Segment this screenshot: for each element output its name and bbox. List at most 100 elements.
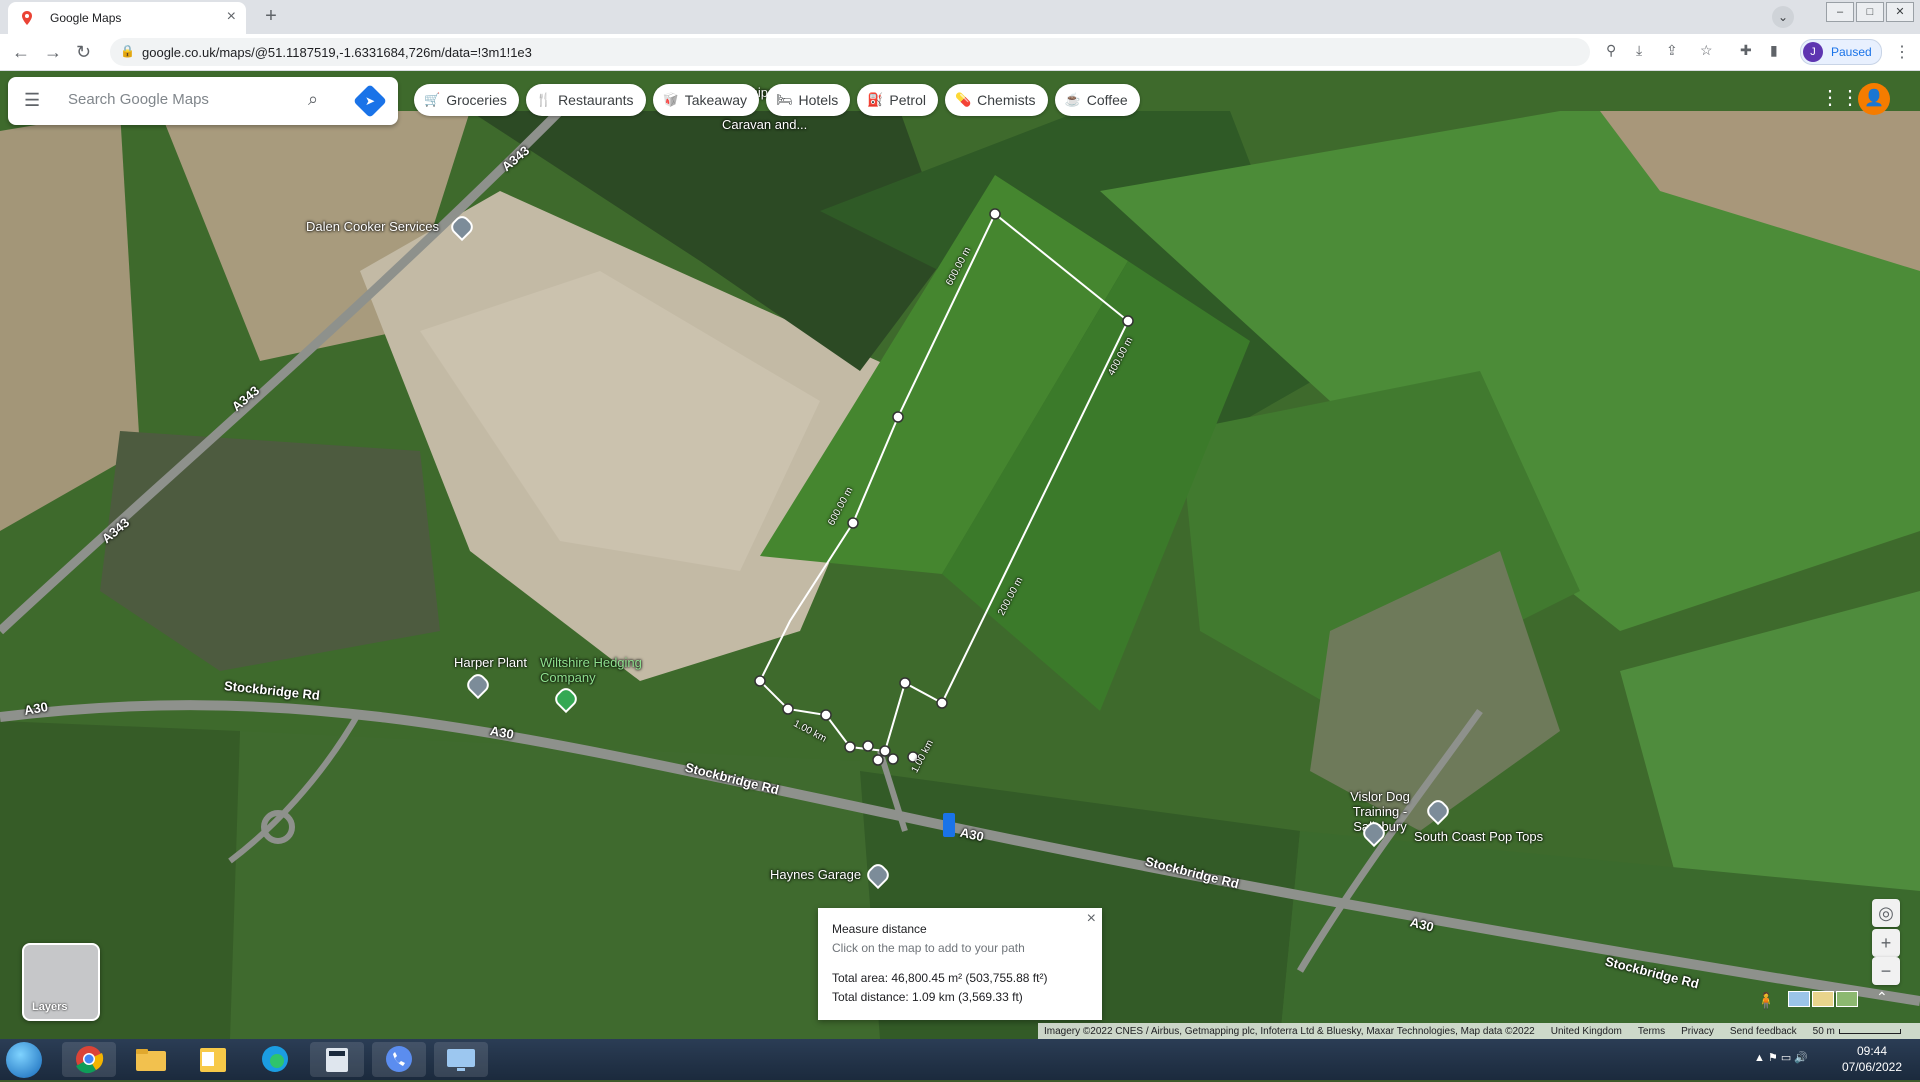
- map-thumb[interactable]: [1836, 991, 1858, 1007]
- chip-takeaway[interactable]: 🥡 Takeaway: [652, 84, 759, 116]
- omnibox[interactable]: 🔒 google.co.uk/maps/@51.1187519,-1.63316…: [110, 38, 1590, 66]
- start-button[interactable]: [6, 1042, 42, 1078]
- edge-icon: [262, 1046, 288, 1072]
- zoom-in-button[interactable]: +: [1872, 929, 1900, 957]
- profile-button[interactable]: J Paused: [1800, 39, 1882, 65]
- location-icon[interactable]: ⚲: [1606, 42, 1616, 59]
- install-icon[interactable]: ⤓: [1636, 42, 1642, 59]
- privacy-link[interactable]: Privacy: [1681, 1026, 1714, 1037]
- chip-groceries[interactable]: 🛒 Groceries: [414, 84, 519, 116]
- extensions-icon[interactable]: ✚: [1740, 42, 1752, 59]
- forward-icon[interactable]: →: [44, 42, 62, 63]
- chip-label: Petrol: [889, 92, 926, 108]
- outlook-icon: [200, 1048, 226, 1072]
- measure-heading: Measure distance: [832, 922, 927, 936]
- calculator-taskbar-icon[interactable]: [310, 1042, 364, 1077]
- poi-label[interactable]: Haynes Garage: [770, 867, 861, 882]
- close-window-button[interactable]: ✕: [1886, 2, 1914, 22]
- search-icon[interactable]: ⌕: [308, 89, 318, 110]
- poi-label[interactable]: Harper Plant: [454, 655, 527, 670]
- poi-label[interactable]: Wiltshire Hedging Company: [540, 655, 660, 685]
- chip-petrol[interactable]: ⛽ Petrol: [857, 84, 938, 116]
- browser-tab[interactable]: Google Maps ×: [8, 2, 246, 34]
- measure-total-area: Total area: 46,800.45 m² (503,755.88 ft²…: [832, 971, 1048, 985]
- poi-label[interactable]: Caravan and...: [722, 117, 807, 132]
- satellite-map[interactable]: 600.00 m 600.00 m 400.00 m 200.00 m 1.00…: [0, 71, 1920, 1039]
- phone-taskbar-icon[interactable]: [372, 1042, 426, 1077]
- avatar: J: [1803, 42, 1823, 62]
- coffee-icon: ☕: [1064, 92, 1081, 107]
- search-box: ☰ ⌕ ➤: [8, 77, 398, 125]
- search-input[interactable]: [66, 90, 300, 109]
- scale-label: 50 m: [1812, 1025, 1835, 1037]
- chrome-icon: [76, 1046, 104, 1074]
- back-icon[interactable]: ←: [12, 42, 30, 63]
- bookmark-star-icon[interactable]: ☆: [1700, 42, 1713, 59]
- category-chips: 🛒 Groceries 🍴 Restaurants 🥡 Takeaway 🛏 Hotel…: [414, 84, 1140, 116]
- terms-link[interactable]: Terms: [1638, 1026, 1665, 1037]
- share-icon[interactable]: ⇪: [1666, 42, 1678, 59]
- new-tab-button[interactable]: +: [258, 4, 284, 30]
- poi-label[interactable]: Dalen Cooker Services: [306, 219, 439, 234]
- monitor-icon: [447, 1049, 475, 1071]
- reload-icon[interactable]: ↻: [76, 42, 91, 63]
- chip-chemists[interactable]: 💊 Chemists: [944, 84, 1048, 116]
- bus-stop-icon: [943, 813, 955, 837]
- map-type-thumbnails[interactable]: [1788, 991, 1858, 1007]
- send-feedback-link[interactable]: Send feedback: [1730, 1026, 1797, 1037]
- layers-button[interactable]: Layers: [22, 943, 100, 1021]
- menu-icon[interactable]: ☰: [24, 90, 40, 111]
- chip-restaurants[interactable]: 🍴 Restaurants: [525, 84, 646, 116]
- phone-icon: [386, 1046, 412, 1072]
- pharmacy-icon: 💊: [954, 92, 972, 107]
- address-bar-row: ← → ↻ 🔒 google.co.uk/maps/@51.1187519,-1…: [0, 34, 1920, 71]
- window-controls: – □ ✕: [1826, 2, 1914, 22]
- google-maps-pin-icon: [22, 11, 32, 25]
- cart-icon: 🛒: [424, 92, 441, 107]
- maximize-button[interactable]: □: [1856, 2, 1884, 22]
- account-avatar[interactable]: 👤: [1858, 83, 1890, 115]
- pegman-icon[interactable]: 🧍: [1756, 991, 1776, 1011]
- measure-total-distance: Total distance: 1.09 km (3,569.33 ft): [832, 990, 1023, 1004]
- bed-icon: 🛏: [776, 92, 793, 107]
- tab-close-icon[interactable]: ×: [227, 8, 236, 26]
- map-footer: Imagery ©2022 CNES / Airbus, Getmapping …: [1038, 1023, 1920, 1039]
- map-thumb[interactable]: [1812, 991, 1834, 1007]
- region-link[interactable]: United Kingdom: [1551, 1026, 1622, 1037]
- profile-status: Paused: [1831, 45, 1872, 59]
- imagery-attribution: Imagery ©2022 CNES / Airbus, Getmapping …: [1044, 1025, 1535, 1037]
- file-explorer-taskbar-icon[interactable]: [124, 1042, 178, 1077]
- windows-taskbar: ▲ ⚑ ▭ 🔊 09:44 07/06/2022: [0, 1039, 1920, 1080]
- zoom-out-button[interactable]: −: [1872, 957, 1900, 985]
- tab-search-icon[interactable]: ⌄: [1772, 6, 1794, 28]
- chip-label: Chemists: [977, 92, 1036, 108]
- poi-label[interactable]: South Coast Pop Tops: [1414, 829, 1543, 844]
- lock-icon[interactable]: 🔒: [120, 44, 135, 58]
- edge-taskbar-icon[interactable]: [248, 1042, 302, 1077]
- clock-date: 07/06/2022: [1841, 1060, 1903, 1074]
- takeaway-icon: 🥡: [662, 92, 679, 107]
- chip-label: Groceries: [446, 92, 507, 108]
- close-icon[interactable]: ×: [1087, 910, 1096, 928]
- scale-bar[interactable]: 50 m: [1813, 1026, 1901, 1037]
- taskbar-clock[interactable]: 09:44 07/06/2022: [1830, 1043, 1914, 1075]
- minimize-button[interactable]: –: [1826, 2, 1854, 22]
- measure-distance-card: Measure distance Click on the map to add…: [818, 908, 1102, 1020]
- fork-knife-icon: 🍴: [535, 92, 553, 107]
- url-text[interactable]: google.co.uk/maps/@51.1187519,-1.6331684…: [142, 45, 532, 60]
- expand-chevron-icon[interactable]: ⌃: [1876, 989, 1888, 1006]
- outlook-taskbar-icon[interactable]: [186, 1042, 240, 1077]
- chrome-taskbar-icon[interactable]: [62, 1042, 116, 1077]
- chip-label: Hotels: [798, 92, 839, 108]
- system-tray[interactable]: ▲ ⚑ ▭ 🔊: [1754, 1051, 1808, 1064]
- my-location-icon[interactable]: ◎: [1872, 899, 1900, 927]
- clock-time: 09:44: [1856, 1044, 1888, 1058]
- side-panel-icon[interactable]: ▮: [1770, 42, 1778, 59]
- chip-coffee[interactable]: ☕ Coffee: [1054, 84, 1140, 116]
- browser-tab-strip: Google Maps × + ⌄ – □ ✕: [0, 0, 1920, 34]
- map-thumb[interactable]: [1788, 991, 1810, 1007]
- directions-icon[interactable]: ➤: [353, 84, 387, 118]
- browser-menu-icon[interactable]: ⋮: [1894, 42, 1910, 62]
- chip-hotels[interactable]: 🛏 Hotels: [766, 84, 851, 116]
- remote-desktop-taskbar-icon[interactable]: [434, 1042, 488, 1077]
